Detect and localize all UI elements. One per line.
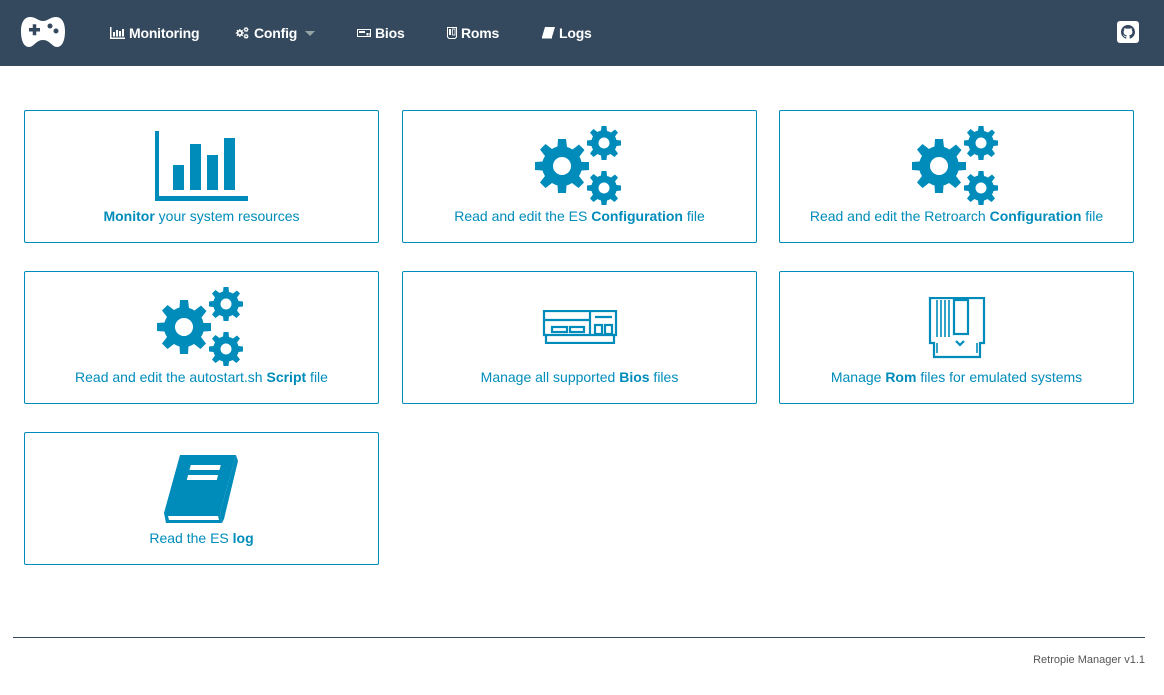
cogs-icon (235, 27, 250, 39)
nav-bios[interactable]: Bios (357, 0, 405, 66)
cogs-icon (25, 287, 378, 367)
card-label: Read and edit the ES Configuration file (454, 208, 705, 224)
card-label: Manage all supported Bios files (480, 369, 679, 385)
nav-label: Bios (375, 25, 405, 41)
card-autostart-script[interactable]: Read and edit the autostart.sh Script fi… (24, 271, 379, 404)
github-icon[interactable] (1117, 21, 1139, 43)
card-roms[interactable]: Manage Rom files for emulated systems (779, 271, 1134, 404)
nav-config-dropdown[interactable]: Config (235, 0, 316, 66)
card-retroarch-configuration[interactable]: Read and edit the Retroarch Configuratio… (779, 110, 1134, 243)
footer-divider (13, 637, 1145, 638)
card-label: Read the ES log (149, 530, 254, 546)
console-icon (403, 310, 756, 344)
nav-label: Config (254, 25, 298, 41)
card-bios[interactable]: Manage all supported Bios files (402, 271, 757, 404)
card-es-configuration[interactable]: Read and edit the ES Configuration file (402, 110, 757, 243)
gamepad-icon[interactable] (20, 14, 66, 50)
nav-label: Monitoring (129, 25, 200, 41)
nav-monitoring[interactable]: Monitoring (110, 0, 200, 66)
nav-logs[interactable]: Logs (542, 0, 592, 66)
cartridge-icon (447, 27, 457, 39)
console-icon (357, 29, 371, 37)
card-label: Read and edit the autostart.sh Script fi… (75, 369, 328, 385)
card-label: Monitor your system resources (103, 208, 300, 224)
nav-roms[interactable]: Roms (447, 0, 499, 66)
nav-label: Logs (559, 25, 592, 41)
card-es-log[interactable]: Read the ES log (24, 432, 379, 565)
card-label: Read and edit the Retroarch Configuratio… (809, 208, 1104, 224)
cogs-icon (403, 126, 756, 206)
card-monitoring[interactable]: Monitor your system resources (24, 110, 379, 243)
book-icon (542, 27, 555, 39)
chevron-down-icon (305, 30, 316, 36)
nav-label: Roms (461, 25, 500, 41)
card-label: Manage Rom files for emulated systems (830, 369, 1083, 385)
cartridge-icon (780, 297, 1133, 359)
cogs-icon (780, 126, 1133, 206)
book-icon (25, 453, 378, 525)
navbar: Monitoring Config Bios Roms Logs (0, 0, 1164, 66)
footer-version: Retropie Manager v1.1 (1033, 654, 1145, 666)
bar-chart-icon (110, 27, 125, 39)
bar-chart-icon (25, 131, 378, 201)
